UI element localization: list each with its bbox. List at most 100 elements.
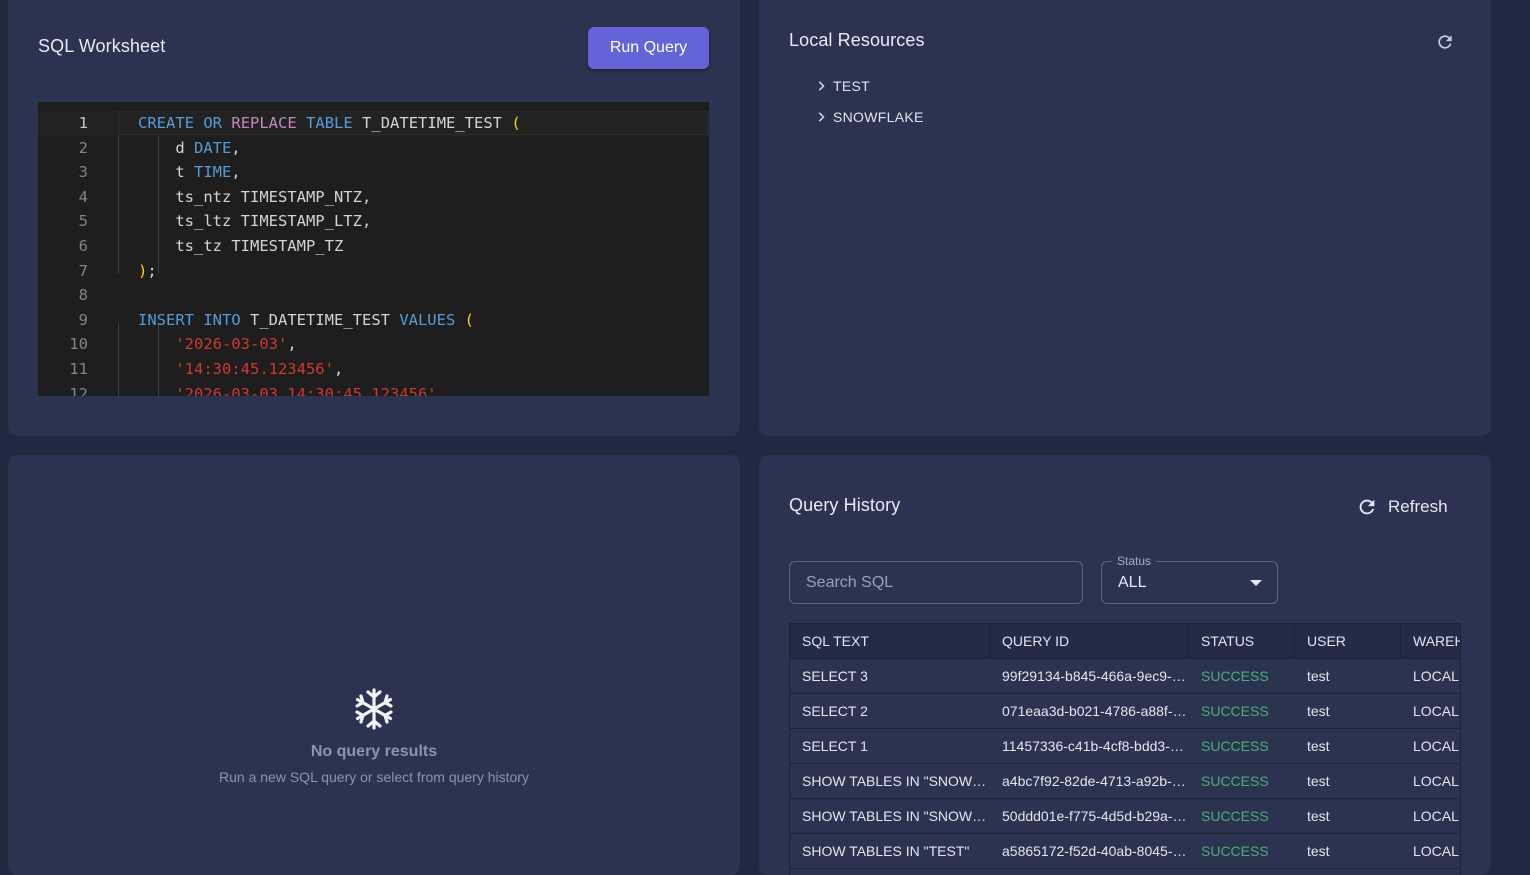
- line-number: 8: [78, 286, 88, 305]
- table-row[interactable]: SELECT 1 11457336-c41b-4cf8-bdd3-7e5a2f9c…: [790, 729, 1460, 764]
- tree-item-test[interactable]: TEST: [811, 76, 870, 96]
- status-label: Status: [1112, 554, 1157, 568]
- query-id-cell: 11457336-c41b-4cf8-bdd3-7e5a2f9c0d03: [1002, 738, 1189, 754]
- table-row[interactable]: SHOW TABLES IN "SNOWFLAKE" a4bc7f92-82de-…: [790, 764, 1460, 799]
- code-text: ts_ntz TIMESTAMP_NTZ,: [138, 187, 372, 206]
- line-number: 5: [78, 212, 88, 231]
- code-line[interactable]: 4 ts_ntz TIMESTAMP_NTZ,: [38, 185, 709, 210]
- code-line[interactable]: 6 ts_tz TIMESTAMP_TZ: [38, 234, 709, 259]
- snowflake-icon: [355, 688, 393, 730]
- code-line[interactable]: 8: [38, 283, 709, 308]
- search-sql-input[interactable]: [789, 561, 1083, 604]
- line-number: 9: [78, 310, 88, 329]
- query-results-panel: No query results Run a new SQL query or …: [8, 455, 740, 875]
- status-select[interactable]: Status ALL: [1101, 554, 1278, 604]
- worksheet-title: SQL Worksheet: [38, 36, 166, 56]
- history-table: SQL TEXT QUERY ID STATUS USER WAREHOUSE …: [789, 623, 1461, 875]
- table-row[interactable]: SELECT 3 99f29134-b845-466a-9ec9-3f1e2a7b…: [790, 659, 1460, 694]
- query-id-cell: 99f29134-b845-466a-9ec9-3f1e2a7b8c01: [1002, 668, 1189, 684]
- tree-item-label: TEST: [833, 78, 870, 94]
- code-text: CREATE OR REPLACE TABLE T_DATETIME_TEST …: [138, 114, 521, 132]
- table-header-row: SQL TEXT QUERY ID STATUS USER WAREHOUSE: [790, 624, 1460, 659]
- history-title: Query History: [789, 495, 901, 515]
- code-line[interactable]: 10 '2026-03-03',: [38, 332, 709, 357]
- line-number: 2: [78, 138, 88, 157]
- local-resources-panel: Local Resources TEST SNOWFLAKE: [759, 0, 1491, 436]
- line-number: 1: [78, 114, 88, 132]
- warehouse-cell: LOCAL: [1413, 738, 1459, 754]
- query-id-cell: 071eaa3d-b021-4786-a88f-2c9d4e6a1b02: [1002, 703, 1189, 719]
- tree-item-label: SNOWFLAKE: [833, 109, 924, 125]
- user-cell: test: [1307, 843, 1330, 859]
- empty-state: No query results Run a new SQL query or …: [8, 687, 740, 785]
- code-line[interactable]: 9 INSERT INTO T_DATETIME_TEST VALUES (: [38, 308, 709, 333]
- status-cell: SUCCESS: [1201, 843, 1269, 859]
- caret-down-icon: [1250, 580, 1262, 586]
- status-cell: SUCCESS: [1201, 773, 1269, 789]
- code-text: ts_ltz TIMESTAMP_LTZ,: [138, 212, 372, 231]
- line-number: 3: [78, 163, 88, 182]
- code-text: t TIME,: [138, 163, 241, 182]
- query-history-panel: Query History Refresh Status ALL SQL TEX…: [759, 455, 1491, 875]
- code-line[interactable]: 3 t TIME,: [38, 160, 709, 185]
- user-cell: test: [1307, 773, 1330, 789]
- warehouse-cell: LOCAL: [1413, 808, 1459, 824]
- warehouse-cell: LOCAL: [1413, 668, 1459, 684]
- sql-text-cell: SELECT 1: [802, 738, 868, 754]
- user-cell: test: [1307, 703, 1330, 719]
- column-header[interactable]: USER: [1295, 624, 1401, 659]
- code-text: '2026-03-03 14:30:45.123456',: [175, 384, 446, 396]
- code-line[interactable]: 11 '14:30:45.123456',: [38, 357, 709, 382]
- tree-item-snowflake[interactable]: SNOWFLAKE: [811, 107, 924, 127]
- sql-text-cell: SHOW TABLES IN "SNOWFLAKE": [802, 808, 990, 824]
- table-row[interactable]: SHOW TABLES IN "TEST" a5865172-f52d-40ab-…: [790, 834, 1460, 869]
- chevron-right-icon: [818, 112, 825, 122]
- status-cell: SUCCESS: [1201, 738, 1269, 754]
- sql-text-cell: SHOW TABLES IN "SNOWFLAKE": [802, 773, 990, 789]
- code-line[interactable]: 7);: [38, 259, 709, 284]
- refresh-label: Refresh: [1388, 497, 1448, 516]
- user-cell: test: [1307, 738, 1330, 754]
- status-cell: SUCCESS: [1201, 703, 1269, 719]
- code-line[interactable]: 12 '2026-03-03 14:30:45.123456',: [38, 382, 709, 396]
- code-line[interactable]: 1 CREATE OR REPLACE TABLE T_DATETIME_TEST…: [38, 111, 709, 136]
- refresh-icon: [1359, 499, 1375, 515]
- sql-text-cell: SHOW TABLES IN "TEST": [802, 843, 970, 859]
- column-header[interactable]: SQL TEXT: [790, 624, 990, 659]
- status-cell: SUCCESS: [1201, 808, 1269, 824]
- warehouse-cell: LOCAL: [1413, 843, 1459, 859]
- line-number: 7: [78, 261, 88, 280]
- column-header[interactable]: QUERY ID: [990, 624, 1189, 659]
- query-id-cell: a4bc7f92-82de-4713-a92b-5d8e1c3f7a04: [1002, 773, 1189, 789]
- line-number: 4: [78, 187, 88, 206]
- line-number: 12: [69, 384, 88, 396]
- code-text: );: [138, 261, 157, 280]
- warehouse-cell: LOCAL: [1413, 773, 1459, 789]
- line-number: 10: [69, 335, 88, 354]
- column-header[interactable]: STATUS: [1189, 624, 1295, 659]
- sql-text-cell: SELECT 3: [802, 668, 868, 684]
- refresh-icon[interactable]: [1435, 32, 1455, 52]
- empty-title: No query results: [310, 743, 438, 760]
- code-text: ts_tz TIMESTAMP_TZ: [138, 237, 344, 255]
- line-number: 11: [69, 360, 88, 378]
- empty-subtitle: Run a new SQL query or select from query…: [219, 769, 529, 785]
- run-query-button[interactable]: Run Query: [588, 27, 709, 69]
- code-line[interactable]: 2 d DATE,: [38, 136, 709, 161]
- table-row[interactable]: SELECT 2 071eaa3d-b021-4786-a88f-2c9d4e6a…: [790, 694, 1460, 729]
- refresh-button[interactable]: Refresh: [1356, 493, 1448, 521]
- query-id-cell: a5865172-f52d-40ab-8045-3e7a9c1d2f06: [1002, 843, 1189, 859]
- sql-editor[interactable]: 1 CREATE OR REPLACE TABLE T_DATETIME_TEST…: [38, 102, 709, 396]
- code-text: '14:30:45.123456',: [175, 360, 344, 378]
- code-line[interactable]: 5 ts_ltz TIMESTAMP_LTZ,: [38, 209, 709, 234]
- column-header[interactable]: WAREHOUSE: [1401, 624, 1460, 659]
- user-cell: test: [1307, 808, 1330, 824]
- resources-title: Local Resources: [789, 30, 925, 50]
- line-number: 6: [78, 237, 88, 255]
- table-row[interactable]: SHOW TABLES IN "SNOWFLAKE" 50ddd01e-f775-…: [790, 799, 1460, 834]
- user-cell: test: [1307, 668, 1330, 684]
- status-cell: SUCCESS: [1201, 668, 1269, 684]
- chevron-right-icon: [818, 81, 825, 91]
- code-text: INSERT INTO T_DATETIME_TEST VALUES (: [138, 310, 474, 329]
- code-text: d DATE,: [138, 138, 241, 157]
